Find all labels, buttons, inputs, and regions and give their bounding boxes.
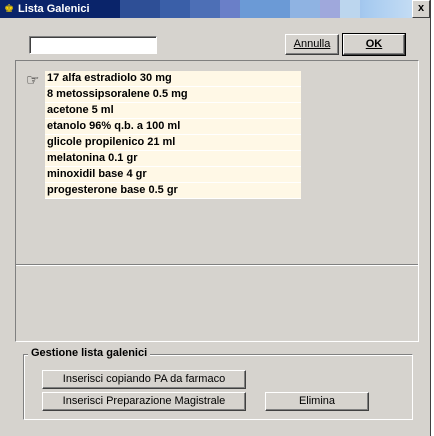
divider	[16, 264, 418, 266]
list-item[interactable]: minoxidil base 4 gr	[45, 167, 301, 183]
galenici-list[interactable]: ☞ 17 alfa estradiolo 30 mg 8 metossipsor…	[16, 61, 418, 264]
annulla-button[interactable]: Annulla	[285, 34, 339, 55]
title-bar[interactable]: ♚ Lista Galenici x	[0, 0, 430, 18]
list-item[interactable]: 17 alfa estradiolo 30 mg	[45, 71, 301, 87]
group-legend: Gestione lista galenici	[28, 347, 151, 359]
close-icon: x	[417, 2, 425, 14]
ok-button[interactable]: OK	[342, 33, 406, 56]
list-item[interactable]: etanolo 96% q.b. a 100 ml	[45, 119, 301, 135]
list-item[interactable]: progesterone base 0.5 gr	[45, 183, 301, 199]
ok-label: OK	[365, 38, 383, 50]
title-decoration	[120, 0, 360, 18]
inserisci-copiando-button[interactable]: Inserisci copiando PA da farmaco	[42, 370, 246, 389]
list-item[interactable]: acetone 5 ml	[45, 103, 301, 119]
inserisci-magistrale-button[interactable]: Inserisci Preparazione Magistrale	[42, 392, 246, 411]
app-icon: ♚	[4, 3, 14, 15]
pointing-hand-icon: ☞	[26, 72, 40, 89]
list-panel: ☞ 17 alfa estradiolo 30 mg 8 metossipsor…	[15, 60, 419, 342]
list-item[interactable]: 8 metossipsoralene 0.5 mg	[45, 87, 301, 103]
search-input[interactable]	[29, 36, 157, 54]
annulla-label: Annulla	[293, 38, 331, 50]
elimina-button[interactable]: Elimina	[265, 392, 369, 411]
window-title: Lista Galenici	[18, 3, 90, 15]
list-item[interactable]: glicole propilenico 21 ml	[45, 135, 301, 151]
list-item[interactable]: melatonina 0.1 gr	[45, 151, 301, 167]
window: ♚ Lista Galenici x Annulla OK ☞ 17 alfa …	[0, 0, 431, 436]
close-button[interactable]: x	[412, 0, 430, 18]
